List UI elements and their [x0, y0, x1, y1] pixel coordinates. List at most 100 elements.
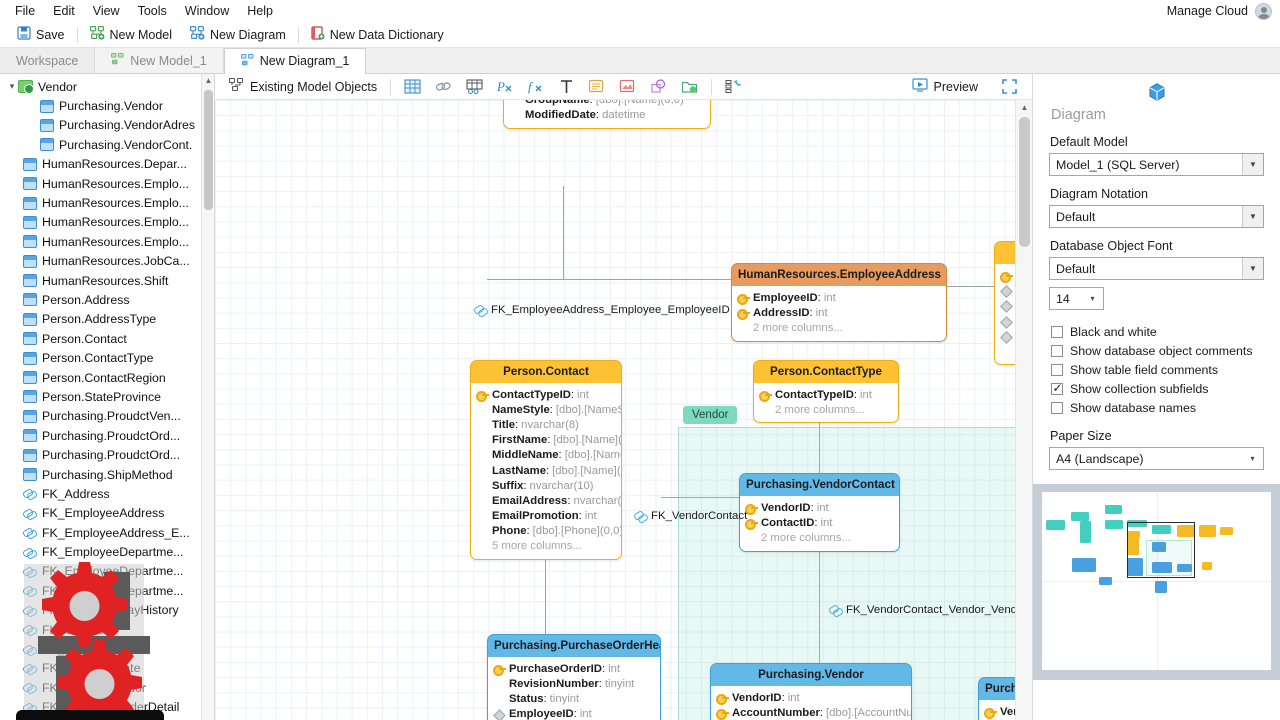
table-field[interactable]: AddressLine1:nvarchar(...	[1000, 283, 1015, 298]
tree-root-vendor[interactable]: ▾ Vendor	[0, 77, 214, 96]
table-field[interactable]: Suffix: nvarchar(10)	[476, 478, 615, 493]
menu-item-window[interactable]: Window	[176, 2, 238, 20]
diagram-table[interactable]: Purchasing.PurchaseOrderHeader PurchaseOr…	[487, 634, 661, 720]
table-field[interactable]: VendorID:int	[745, 500, 893, 516]
tree-item[interactable]: Purchasing.ProudctOrd...	[0, 426, 214, 445]
default-model-select[interactable]: Model_1 (SQL Server) ▼	[1049, 153, 1264, 176]
tree-item[interactable]: FK_JobCandidate	[0, 659, 214, 678]
checkbox-row[interactable]: Show database names	[1051, 398, 1264, 417]
table-field[interactable]: ContactTypeID: int	[476, 387, 615, 403]
table-field[interactable]: EmailAddress:nvarchar(50)	[476, 493, 621, 508]
preview-button[interactable]: Preview	[905, 76, 985, 98]
chevron-down-icon[interactable]: ▾	[1082, 288, 1103, 309]
table-field[interactable]: RevisionNumber: tinyint	[493, 676, 654, 691]
chevron-down-icon[interactable]: ▼	[1242, 258, 1263, 279]
checkbox[interactable]	[1051, 363, 1063, 376]
diagram-table[interactable]: Purchasing.VendorAddress VendorID:intAddr…	[978, 677, 1015, 720]
tree-item[interactable]: HumanResources.Emplo...	[0, 232, 214, 251]
relationship-label[interactable]: FK_VendorContact	[633, 510, 748, 522]
menu-item-view[interactable]: View	[84, 2, 129, 20]
new-diagram-button[interactable]: New Diagram	[181, 24, 295, 45]
tree-item[interactable]: HumanResources.Shift	[0, 271, 214, 290]
diagram-table[interactable]: Purchasing.Vendor VendorID: int AccountNumb…	[710, 663, 912, 720]
tree-item[interactable]: Person.ContactType	[0, 348, 214, 367]
view-tool-icon[interactable]	[459, 77, 490, 96]
tree-item[interactable]: HumanResources.Emplo...	[0, 174, 214, 193]
relation-tool-icon[interactable]	[428, 77, 459, 96]
checkbox-row[interactable]: Show collection subfields	[1051, 379, 1264, 398]
table-field[interactable]: FirstName:[dbo].[Name](0...	[476, 433, 621, 448]
table-field[interactable]: LastName:[dbo].[Name](0...	[476, 463, 621, 478]
checkbox-row[interactable]: Show database object comments	[1051, 341, 1264, 360]
new-data-dictionary-button[interactable]: New Data Dictionary	[302, 24, 453, 45]
tree-item[interactable]: FK_EmployeeDepartme...	[0, 581, 214, 600]
tree-item[interactable]: HumanResources.Emplo...	[0, 213, 214, 232]
table-field[interactable]: EmployeeID: int	[493, 707, 654, 720]
sidebar-scrollbar[interactable]: ▲	[201, 74, 214, 720]
image-tool-icon[interactable]	[612, 77, 643, 96]
tree-item[interactable]: FK_Contact	[0, 620, 214, 639]
relationship-label[interactable]: FK_VendorContact_Vendor_VendorID	[828, 604, 1015, 616]
diagram-table[interactable]: Person.ContactType ContactTypeID: int 2 mor…	[753, 360, 899, 424]
tree-item[interactable]: Person.ContactRegion	[0, 368, 214, 387]
tree-item[interactable]: FK_Employee	[0, 639, 214, 658]
relationship-label[interactable]: FK_EmployeeAddress_Employee_EmployeeID	[473, 304, 731, 316]
canvas-scroll-thumb[interactable]	[1019, 117, 1030, 247]
tree-item[interactable]: Purchasing.ProudctVen...	[0, 407, 214, 426]
checkbox[interactable]	[1051, 381, 1063, 395]
tree-item[interactable]: Purchasing.VendorCont.	[0, 135, 214, 154]
scroll-up-icon[interactable]: ▲	[202, 74, 214, 87]
tab-workspace[interactable]: Workspace	[0, 48, 96, 73]
diagram-table[interactable]: Person.AddressAddressID:intAddressLine1:…	[994, 241, 1015, 366]
tree-item[interactable]: FK_EmployeeAddress_E...	[0, 523, 214, 542]
checkbox[interactable]	[1051, 325, 1063, 338]
tree-item[interactable]: FK_EmployeeDepartme...	[0, 542, 214, 561]
tree-item[interactable]: HumanResources.Emplo...	[0, 193, 214, 212]
table-field[interactable]: MiddleName:[dbo].[Name]...	[476, 448, 621, 463]
sidebar-scroll-thumb[interactable]	[204, 90, 213, 210]
diagram-table[interactable]: Name:[dbo].[Name](0,0)GroupName:[dbo].[N…	[503, 100, 711, 129]
diagram-table[interactable]: Purchasing.VendorContact VendorID: int Cont…	[739, 473, 900, 552]
tree-item[interactable]: HumanResources.Depar...	[0, 155, 214, 174]
diagram-notation-select[interactable]: Default ▼	[1049, 205, 1264, 228]
tree-item[interactable]: FK_EmployeeDepartme...	[0, 562, 214, 581]
chevron-down-icon[interactable]: ▼	[1242, 206, 1263, 227]
chevron-down-icon[interactable]: ▼	[1242, 154, 1263, 175]
table-field[interactable]: GroupName:[dbo].[Name](0,0)	[509, 100, 704, 107]
table-field[interactable]: ContactTypeID: int	[759, 387, 892, 403]
tree-item[interactable]: Person.Contact	[0, 329, 214, 348]
procedure-tool-icon[interactable]: P	[490, 77, 521, 96]
canvas-scroll-up-icon[interactable]: ▲	[1016, 100, 1032, 115]
table-field[interactable]: ModifiedDate: datetime	[509, 107, 704, 122]
existing-model-objects-button[interactable]: Existing Model Objects	[222, 76, 384, 97]
tree-item[interactable]: Purchasing.ShipMethod	[0, 465, 214, 484]
table-more-columns[interactable]: 2 more columns...	[759, 402, 892, 417]
table-field[interactable]: NameStyle:[dbo].[NameSt...	[476, 402, 621, 417]
table-field[interactable]: StateProvinceID:int	[1000, 329, 1015, 344]
tree-item[interactable]: Person.AddressType	[0, 310, 214, 329]
tab-new-diagram-1[interactable]: New Diagram_1	[223, 48, 367, 74]
tree-item[interactable]: Purchasing.Vendor	[0, 96, 214, 115]
new-model-button[interactable]: New Model	[81, 24, 182, 45]
save-button[interactable]: Save	[8, 24, 74, 45]
note-tool-icon[interactable]	[581, 77, 612, 96]
menu-item-file[interactable]: File	[6, 2, 44, 20]
chevron-down-icon[interactable]: ▾	[6, 81, 18, 92]
table-more-columns[interactable]: 5 more columns...	[476, 539, 615, 554]
checkbox[interactable]	[1051, 344, 1063, 357]
text-tool-icon[interactable]	[552, 77, 581, 96]
table-more-columns[interactable]: 2 more columns...	[745, 530, 893, 545]
table-field[interactable]: VendorID:int	[984, 704, 1015, 720]
diagram-canvas[interactable]: Vendor Name:[dbo].[Name](0,0)GroupName:[…	[215, 100, 1015, 720]
database-object-font-select[interactable]: Default ▼	[1049, 257, 1264, 280]
canvas-vertical-scrollbar[interactable]: ▲	[1015, 100, 1032, 720]
font-size-select[interactable]: 14 ▾	[1049, 287, 1104, 310]
tab-new-model-1[interactable]: New Model_1	[95, 48, 224, 73]
autolayout-tool-icon[interactable]	[718, 77, 749, 96]
table-more-columns[interactable]: 2 more columns...	[737, 320, 940, 335]
paper-size-select[interactable]: A4 (Landscape) ▾	[1049, 447, 1264, 470]
menu-item-edit[interactable]: Edit	[44, 2, 84, 20]
tree-item[interactable]: FK_PurchaseOrderDetail	[0, 698, 214, 717]
table-field[interactable]: AddressID:int	[1000, 268, 1015, 284]
manage-cloud-button[interactable]: Manage Cloud	[1167, 4, 1248, 18]
